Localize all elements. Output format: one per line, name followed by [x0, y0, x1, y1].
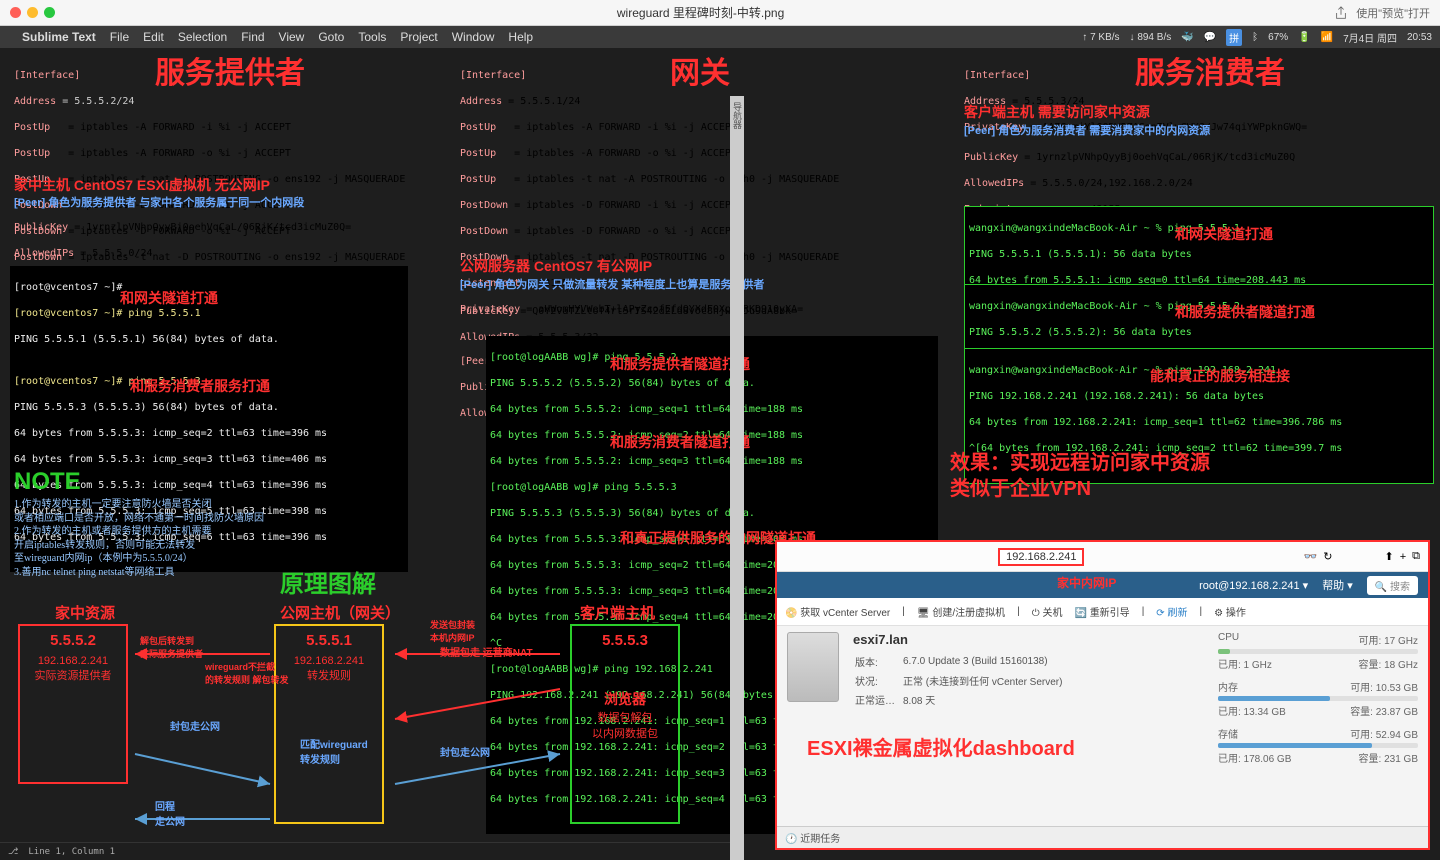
notes-text: 1.作为转发的主机一定要注意防火墙是否关闭 或者相应端口是否开放，网络不通第一时… [14, 498, 334, 579]
esxi-navigator-handle[interactable]: 导航器 [730, 96, 744, 860]
menu-tools[interactable]: Tools [358, 30, 386, 44]
arr-label-5: 发送包封装 本机内网IP [430, 618, 475, 644]
tb-vcenter[interactable]: 📀 获取 vCenter Server [785, 604, 890, 619]
ime-indicator[interactable]: 拼 [1226, 29, 1242, 46]
esxi-search[interactable]: 🔍 搜索 [1367, 576, 1418, 595]
menu-app[interactable]: Sublime Text [22, 30, 96, 44]
esxi-body: esxi7.lan 版本:6.7.0 Update 3 (Build 15160… [777, 626, 1428, 779]
tb-reboot[interactable]: 🔄 重新引导 [1074, 604, 1129, 619]
tb-shutdown[interactable]: ⏻ 关机 [1032, 604, 1063, 619]
wifi-icon[interactable]: 📶 [1321, 32, 1333, 43]
esxi-user[interactable]: root@192.168.2.241 ▾ [1199, 579, 1308, 592]
tb-refresh[interactable]: ⟳ 刷新 [1156, 604, 1187, 619]
menu-find[interactable]: Find [241, 30, 264, 44]
share-icon[interactable]: ⬆ [1385, 550, 1394, 563]
menu-selection[interactable]: Selection [178, 30, 227, 44]
open-preview-hint[interactable]: 使用"预览"打开 [1356, 5, 1430, 21]
menu-edit[interactable]: Edit [143, 30, 164, 44]
editor-statusbar: ⎇ Line 1, Column 1 [0, 842, 730, 860]
esxi-dashboard: 192.168.2.241 👓 ↻ ⬆ + ⧉ 家中内网IP root@192.… [775, 540, 1430, 850]
share-icon[interactable] [1334, 6, 1348, 20]
window-title: wireguard 里程碑时刻-中转.png [67, 4, 1334, 21]
branch-icon[interactable]: ⎇ [8, 847, 18, 857]
time: 20:53 [1407, 32, 1432, 43]
menu-view[interactable]: View [279, 30, 305, 44]
diagram-client-box: 5.5.5.3 浏览器 数据包解包 以内网数据包 [570, 624, 680, 824]
anno-gw-label: 公网主机（网关） [280, 602, 400, 623]
close-window-icon[interactable] [10, 7, 21, 18]
diagram-home-box: 5.5.5.2 192.168.2.241 实际资源提供者 [18, 624, 128, 784]
date: 7月4日 周四 [1343, 30, 1397, 45]
arr-label-1: 解包后转发到 实际服务提供者 [140, 634, 203, 660]
menu-help[interactable]: Help [508, 30, 533, 44]
esxi-browser-bar: 192.168.2.241 👓 ↻ ⬆ + ⧉ [777, 542, 1428, 572]
tabs-icon[interactable]: ⧉ [1412, 550, 1420, 563]
menu-goto[interactable]: Goto [318, 30, 344, 44]
net-down: ↓ 894 B/s [1130, 32, 1172, 43]
esxi-tasks[interactable]: 🕐 近期任务 [777, 826, 1428, 848]
anno-home-label: 家中资源 [55, 602, 115, 623]
minimize-window-icon[interactable] [27, 7, 38, 18]
esxi-url[interactable]: 192.168.2.241 [998, 548, 1084, 566]
status-col: Line 1, Column 1 [28, 847, 115, 857]
esxi-help[interactable]: 帮助 ▾ [1322, 577, 1353, 593]
menu-window[interactable]: Window [452, 30, 495, 44]
esxi-stats: CPU可用: 17 GHz 已用: 1 GHz容量: 18 GHz 内存可用: … [1218, 632, 1418, 773]
menu-file[interactable]: File [110, 30, 129, 44]
fullscreen-window-icon[interactable] [44, 7, 55, 18]
esxi-toolbar: 📀 获取 vCenter Server| 🖥 创建/注册虚拟机| ⏻ 关机 🔄 … [777, 598, 1428, 626]
bluetooth-icon[interactable]: ᛒ [1252, 32, 1258, 43]
arr-label-8: 回程 走公网 [155, 798, 185, 828]
term-consumer-ping3: wangxin@wangxindeMacBook-Air ~ % ping 19… [964, 348, 1434, 484]
battery-icon[interactable]: 🔋 [1298, 32, 1310, 43]
reader-icon[interactable]: 👓 [1304, 550, 1318, 563]
net-up: ↑ 7 KB/s [1082, 32, 1119, 43]
arr-label-7: 封包走公网 [440, 744, 490, 759]
mac-menubar: Sublime Text File Edit Selection Find Vi… [0, 26, 1440, 48]
tb-actions[interactable]: ⚙ 操作 [1214, 604, 1246, 619]
arr-label-3: 封包走公网 [170, 718, 220, 733]
editor-content: 服务提供者 网关 服务消费者 [Interface] Address = 5.5… [0, 48, 1440, 860]
docker-icon[interactable]: 🐳 [1181, 32, 1193, 43]
menu-project[interactable]: Project [400, 30, 437, 44]
battery-pct: 67% [1268, 32, 1288, 43]
traffic-lights [10, 7, 55, 18]
window-titlebar: wireguard 里程碑时刻-中转.png 使用"预览"打开 [0, 0, 1440, 26]
titlebar-right: 使用"预览"打开 [1334, 5, 1430, 21]
esxi-header: root@192.168.2.241 ▾ 帮助 ▾ 🔍 搜索 [777, 572, 1428, 598]
diagram-gw-box: 5.5.5.1 192.168.2.241 转发规则 [274, 624, 384, 824]
tb-create[interactable]: 🖥 创建/注册虚拟机 [917, 604, 1005, 619]
server-icon [787, 632, 839, 702]
reload-icon[interactable]: ↻ [1323, 550, 1332, 563]
esxi-hostname: esxi7.lan [853, 632, 1204, 647]
newtab-icon[interactable]: + [1400, 551, 1406, 563]
message-icon[interactable]: 💬 [1204, 32, 1216, 43]
